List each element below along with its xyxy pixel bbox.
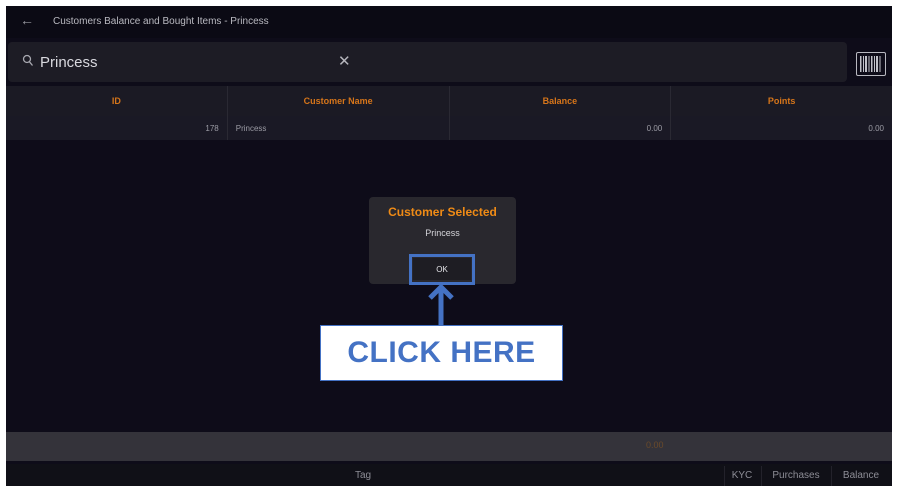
- top-bar: ← Customers Balance and Bought Items - P…: [6, 6, 892, 38]
- search-bar: ✕: [8, 42, 847, 82]
- callout-text: CLICK HERE: [347, 336, 536, 369]
- cell-customer-name: Princess: [228, 116, 450, 140]
- column-header-balance[interactable]: Balance: [450, 86, 672, 116]
- barcode-scan-button[interactable]: [856, 52, 886, 76]
- totals-bar: [6, 432, 892, 461]
- column-header-id[interactable]: ID: [6, 86, 228, 116]
- cell-id: 178: [6, 116, 228, 140]
- page-title: Customers Balance and Bought Items - Pri…: [53, 16, 269, 27]
- back-arrow-icon[interactable]: ←: [20, 12, 34, 28]
- cell-balance: 0.00: [450, 116, 672, 140]
- table-row[interactable]: 178 Princess 0.00 0.00: [6, 116, 892, 140]
- click-here-callout: CLICK HERE: [320, 325, 563, 381]
- total-value: 0.00: [646, 440, 664, 450]
- clear-search-icon[interactable]: ✕: [338, 52, 351, 70]
- purchases-tab[interactable]: Purchases: [762, 464, 830, 486]
- tag-tab[interactable]: Tag: [6, 464, 720, 486]
- ok-highlight-frame: [409, 254, 475, 285]
- balance-tab[interactable]: Balance: [832, 464, 890, 486]
- kyc-tab[interactable]: KYC: [724, 464, 760, 486]
- search-icon: [22, 54, 34, 66]
- table-header: ID Customer Name Balance Points: [6, 86, 892, 116]
- search-input[interactable]: [40, 50, 330, 74]
- cell-points: 0.00: [868, 123, 884, 133]
- customer-selected-dialog: Customer Selected Princess OK: [369, 197, 516, 285]
- dialog-message: Princess: [425, 228, 460, 238]
- column-header-customer-name[interactable]: Customer Name: [228, 86, 450, 116]
- dialog-title: Customer Selected: [388, 205, 497, 219]
- barcode-icon: [860, 56, 881, 72]
- column-header-points[interactable]: Points: [671, 86, 892, 116]
